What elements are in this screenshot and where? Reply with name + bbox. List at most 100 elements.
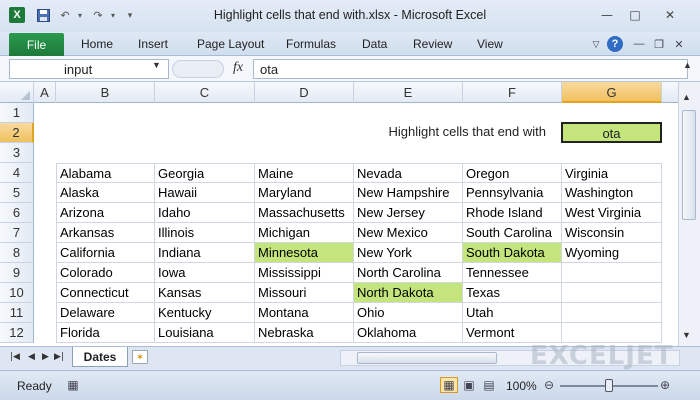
last-sheet-icon[interactable]: ▶|	[54, 352, 64, 362]
tab-page-layout[interactable]: Page Layout	[197, 37, 264, 51]
table-cell[interactable]: Wisconsin	[562, 223, 662, 243]
table-cell[interactable]: Indiana	[155, 243, 255, 263]
table-cell[interactable]: Connecticut	[56, 283, 155, 303]
table-cell[interactable]: Delaware	[56, 303, 155, 323]
table-cell[interactable]: Washington	[562, 183, 662, 203]
table-cell[interactable]: Maryland	[255, 183, 354, 203]
row-header-6[interactable]: 6	[0, 203, 34, 223]
table-cell[interactable]: Nevada	[354, 163, 463, 183]
first-sheet-icon[interactable]: |◀	[10, 352, 20, 362]
column-header-e[interactable]: E	[354, 82, 463, 103]
row-header-11[interactable]: 11	[0, 303, 34, 323]
excel-logo-icon[interactable]: X	[9, 7, 25, 23]
table-cell[interactable]: Wyoming	[562, 243, 662, 263]
table-cell[interactable]: Missouri	[255, 283, 354, 303]
worksheet-grid[interactable]: ABCDEFG Highlight cells that end with ot…	[0, 82, 678, 346]
undo-dropdown-icon[interactable]: ▾	[72, 7, 88, 23]
table-cell[interactable]: Mississippi	[255, 263, 354, 283]
save-icon[interactable]	[35, 7, 51, 23]
scroll-up-icon[interactable]: ▲	[682, 92, 691, 102]
table-cell[interactable]: Louisiana	[155, 323, 255, 343]
table-cell[interactable]: New Mexico	[354, 223, 463, 243]
table-cell[interactable]: Kentucky	[155, 303, 255, 323]
table-cell[interactable]: North Dakota	[354, 283, 463, 303]
scroll-down-icon[interactable]: ▼	[682, 330, 691, 340]
row-header-10[interactable]: 10	[0, 283, 34, 303]
table-cell[interactable]: Alaska	[56, 183, 155, 203]
minimize-ribbon-icon[interactable]: ▽	[588, 36, 604, 52]
table-cell[interactable]	[562, 283, 662, 303]
input-cell[interactable]: ota	[561, 122, 662, 143]
redo-icon[interactable]: ↷	[90, 7, 106, 23]
table-cell[interactable]: Florida	[56, 323, 155, 343]
next-sheet-icon[interactable]: ▶	[42, 352, 49, 362]
vertical-scroll-thumb[interactable]	[682, 110, 696, 220]
table-cell[interactable]: Tennessee	[463, 263, 562, 283]
zoom-level[interactable]: 100%	[506, 379, 537, 393]
row-header-2[interactable]: 2	[0, 123, 34, 143]
table-cell[interactable]: Oklahoma	[354, 323, 463, 343]
select-all-button[interactable]	[0, 82, 34, 103]
table-cell[interactable]: Montana	[255, 303, 354, 323]
zoom-out-icon[interactable]: ⊖	[540, 377, 558, 393]
row-header-1[interactable]: 1	[0, 103, 34, 123]
table-cell[interactable]: Georgia	[155, 163, 255, 183]
formula-bar-splitter[interactable]	[172, 60, 224, 78]
table-cell[interactable]: Minnesota	[255, 243, 354, 263]
table-cell[interactable]: Illinois	[155, 223, 255, 243]
insert-sheet-icon[interactable]: ✶	[132, 350, 148, 364]
row-header-5[interactable]: 5	[0, 183, 34, 203]
table-cell[interactable]	[562, 263, 662, 283]
zoom-slider-thumb[interactable]	[605, 379, 613, 392]
table-cell[interactable]: Pennsylvania	[463, 183, 562, 203]
formula-input[interactable]: ota	[253, 59, 688, 79]
column-header-c[interactable]: C	[155, 82, 255, 103]
table-cell[interactable]: California	[56, 243, 155, 263]
table-cell[interactable]: Arkansas	[56, 223, 155, 243]
macro-record-icon[interactable]: ▦	[64, 377, 82, 393]
close-button[interactable]: ✕	[650, 5, 690, 25]
table-cell[interactable]: Arizona	[56, 203, 155, 223]
table-cell[interactable]: Iowa	[155, 263, 255, 283]
file-tab[interactable]: File	[9, 33, 64, 56]
table-cell[interactable]: Colorado	[56, 263, 155, 283]
name-box[interactable]: input	[9, 59, 169, 79]
column-header-g[interactable]: G	[562, 82, 662, 103]
table-cell[interactable]: Texas	[463, 283, 562, 303]
table-cell[interactable]: New York	[354, 243, 463, 263]
table-cell[interactable]: Idaho	[155, 203, 255, 223]
table-cell[interactable]: Nebraska	[255, 323, 354, 343]
tab-home[interactable]: Home	[81, 37, 113, 51]
table-cell[interactable]: West Virginia	[562, 203, 662, 223]
workbook-restore-icon[interactable]: ❐	[651, 36, 667, 52]
minimize-button[interactable]: —	[594, 5, 620, 25]
redo-dropdown-icon[interactable]: ▾	[105, 7, 121, 23]
column-header-a[interactable]: A	[34, 82, 56, 103]
tab-view[interactable]: View	[477, 37, 503, 51]
row-header-7[interactable]: 7	[0, 223, 34, 243]
help-icon[interactable]: ?	[607, 36, 623, 52]
table-cell[interactable]: South Dakota	[463, 243, 562, 263]
tab-formulas[interactable]: Formulas	[286, 37, 336, 51]
row-header-8[interactable]: 8	[0, 243, 34, 263]
table-cell[interactable]: Virginia	[562, 163, 662, 183]
normal-view-icon[interactable]: ▦	[440, 377, 458, 393]
column-header-d[interactable]: D	[255, 82, 354, 103]
table-cell[interactable]: New Hampshire	[354, 183, 463, 203]
table-cell[interactable]: Oregon	[463, 163, 562, 183]
prev-sheet-icon[interactable]: ◀	[28, 352, 35, 362]
table-cell[interactable]: Alabama	[56, 163, 155, 183]
table-cell[interactable]: South Carolina	[463, 223, 562, 243]
table-cell[interactable]: Vermont	[463, 323, 562, 343]
expand-formula-bar-icon[interactable]: ▲	[683, 60, 692, 70]
table-cell[interactable]: Utah	[463, 303, 562, 323]
page-break-preview-icon[interactable]: ▤	[480, 377, 498, 393]
row-header-12[interactable]: 12	[0, 323, 34, 343]
workbook-minimize-icon[interactable]: —	[631, 36, 647, 52]
column-header-f[interactable]: F	[463, 82, 562, 103]
table-cell[interactable]: Rhode Island	[463, 203, 562, 223]
customize-icon[interactable]: ▾	[122, 7, 138, 23]
vertical-scrollbar[interactable]: ▲ ▼	[678, 82, 700, 346]
undo-icon[interactable]: ↶	[57, 7, 73, 23]
zoom-in-icon[interactable]: ⊕	[656, 377, 674, 393]
